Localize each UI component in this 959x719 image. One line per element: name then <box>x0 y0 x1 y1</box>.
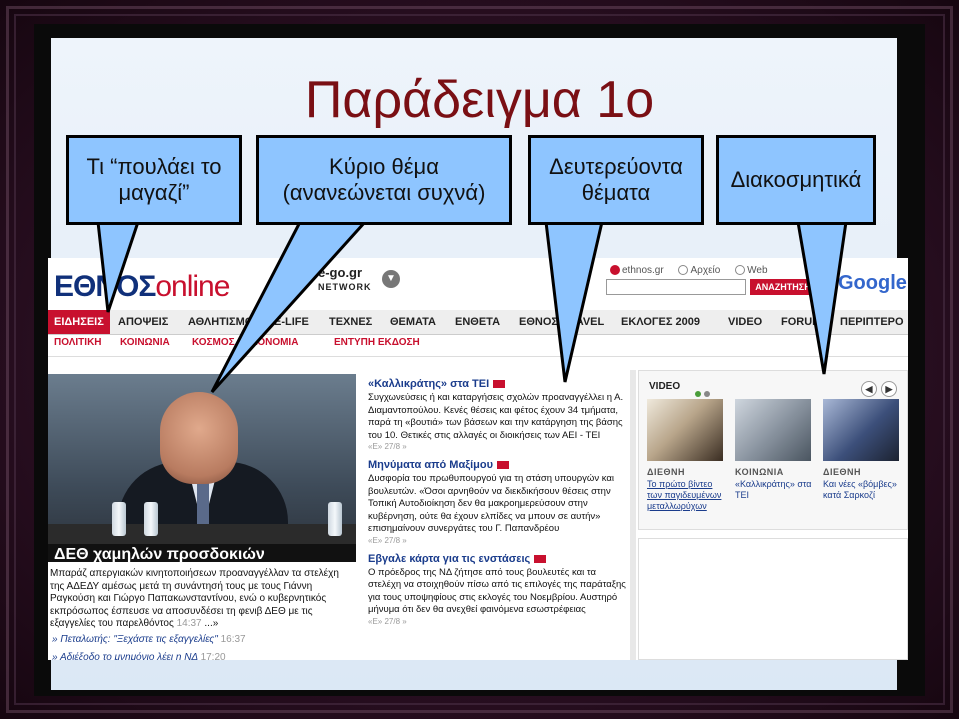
radio-icon <box>735 265 746 276</box>
related-link[interactable]: » Αδιέξοδο το μνημόνιο λέει η ΝΔ 17:20 <box>52 652 226 660</box>
slide-title: Παράδειγμα 1ο <box>304 71 655 129</box>
nav-item-forum[interactable]: FORUM <box>781 310 821 334</box>
search-input[interactable] <box>606 279 746 295</box>
story-body: Ο πρόεδρος της ΝΔ ζήτησε από τους βουλευ… <box>368 566 626 616</box>
search-scope-archive[interactable]: Αρχείο <box>678 265 726 276</box>
search-scope-ethnos[interactable]: ethnos.gr <box>610 265 670 276</box>
main-story-image[interactable]: ΔΕΘ χαμηλών προσδοκιών <box>48 374 356 562</box>
video-icon <box>497 461 510 470</box>
subnav-item-print-edition[interactable]: ΕΝΤΥΠΗ ΕΚΔΟΣΗ <box>334 337 420 348</box>
nav-item-video[interactable]: VIDEO <box>728 310 762 334</box>
secondary-story: Εβγαλε κάρτα για τις ενστάσεις Ο πρόεδρο… <box>368 553 628 626</box>
story-meta[interactable]: «Ε» 27/8 » <box>368 442 628 451</box>
search-scope: ethnos.gr Αρχείο Web <box>610 265 780 276</box>
nav-item-kiosk[interactable]: ΠΕΡΙΠΤΕΡΟ <box>840 310 904 334</box>
subnav-item-society[interactable]: ΚΟΙΝΩΝΙΑ <box>120 337 170 348</box>
main-story-caption[interactable]: ΔΕΘ χαμηλών προσδοκιών <box>48 544 356 562</box>
chevron-left-icon[interactable]: ◀ <box>861 381 877 397</box>
website-screenshot: ΕΘΝΟΣonline e-go.gr NETWORK ▼ ethnos.gr … <box>48 258 908 660</box>
video-category: ΚΟΙΝΩΝΙΑ <box>735 467 784 477</box>
video-caption[interactable]: Και νέες «βόμβες» κατά Σαρκοζί <box>823 479 903 501</box>
video-thumbnail[interactable] <box>823 399 899 461</box>
story-body: Συγχωνεύσεις ή και καταργήσεις σχολών πρ… <box>368 392 624 441</box>
network-label: NETWORK <box>318 282 372 292</box>
video-category: ΔΙΕΘΝΗ <box>647 467 685 477</box>
chevron-down-icon[interactable]: ▼ <box>382 270 400 288</box>
radio-icon <box>610 265 620 276</box>
read-more-link[interactable]: ...» <box>204 618 218 629</box>
nav-item-arts[interactable]: ΤΕΧΝΕΣ <box>329 310 372 334</box>
nav-item-sports[interactable]: ΑΘΛΗΤΙΣΜΟΣ <box>188 310 260 334</box>
nav-item-elections[interactable]: ΕΚΛΟΓΕΣ 2009 <box>621 310 700 334</box>
nav-item-travel[interactable]: ΕΘΝΟΣ TRAVEL <box>519 310 604 334</box>
story-meta[interactable]: «Ε» 27/8 » <box>368 536 628 545</box>
video-panel: VIDEO ◀ ▶ ΔΙΕΘΝΗ ΚΟΙΝΩΝΙΑ ΔΙΕΘΝΗ Το πρώτο… <box>638 370 908 530</box>
video-thumbnail[interactable] <box>735 399 811 461</box>
nav-item-inserts[interactable]: ΕΝΘΕΤΑ <box>455 310 500 334</box>
water-bottle <box>144 502 158 536</box>
video-arrows: ◀ ▶ <box>857 379 897 397</box>
callout-decorative: Διακοσμητικά <box>716 135 876 225</box>
main-story-body: Μπαράζ απεργιακών κινητοποιήσεων προαναγ… <box>50 568 339 629</box>
video-icon <box>493 380 506 389</box>
column-divider <box>630 370 636 660</box>
video-thumbnail[interactable] <box>647 399 723 461</box>
callout-main-topic: Κύριο θέμα (ανανεώνεται συχνά) <box>256 135 512 225</box>
nav-item-news[interactable]: ΕΙΔΗΣΕΙΣ <box>48 310 110 334</box>
search-scope-web[interactable]: Web <box>735 265 773 276</box>
search-button[interactable]: ΑΝΑΖΗΤΗΣΗ <box>750 279 816 295</box>
nav-item-topics[interactable]: ΘΕΜΑΤΑ <box>390 310 436 334</box>
secondary-stories: «Καλλικράτης» στα ΤΕΙ Συγχωνεύσεις ή και… <box>368 374 628 634</box>
main-nav: ΕΙΔΗΣΕΙΣ ΑΠΟΨΕΙΣ ΑΘΛΗΤΙΣΜΟΣ E-LIFE ΤΕΧΝΕ… <box>48 310 908 335</box>
video-caption[interactable]: Το πρώτο βίντεο των παγιδευμένων μεταλλω… <box>647 479 727 512</box>
site-logo[interactable]: ΕΘΝΟΣonline <box>54 270 230 304</box>
video-header: VIDEO <box>649 381 681 392</box>
logo-online: online <box>155 270 230 303</box>
person-head <box>160 392 238 484</box>
divider <box>48 356 908 357</box>
secondary-story: «Καλλικράτης» στα ΤΕΙ Συγχωνεύσεις ή και… <box>368 378 628 451</box>
subnav-item-economy[interactable]: ΟΙΚΟΝΟΜΙΑ <box>240 337 298 348</box>
related-link[interactable]: » Πεταλωτής: "Ξεχάστε τις εξαγγελίες" 16… <box>52 634 246 645</box>
video-icon <box>534 554 547 563</box>
story-title[interactable]: Εβγαλε κάρτα για τις ενστάσεις <box>368 553 628 565</box>
story-meta[interactable]: «Ε» 27/8 » <box>368 617 628 626</box>
empty-panel <box>638 538 908 660</box>
water-bottle <box>328 502 342 536</box>
sub-nav: ΠΟΛΙΤΙΚΗ ΚΟΙΝΩΝΙΑ ΚΟΣΜΟΣ ΟΙΚΟΝΟΜΙΑ ΕΝΤΥΠ… <box>48 334 908 352</box>
logo-ethnos: ΕΘΝΟΣ <box>54 270 156 303</box>
video-category: ΔΙΕΘΝΗ <box>823 467 861 477</box>
network-brand[interactable]: e-go.gr NETWORK <box>318 266 372 294</box>
water-bottle <box>112 502 126 536</box>
story-body: Δυσφορία του πρωθυπουργού για τη στάση υ… <box>368 473 614 534</box>
radio-icon <box>678 265 689 276</box>
google-logo[interactable]: Google <box>838 272 907 295</box>
subnav-item-politics[interactable]: ΠΟΛΙΤΙΚΗ <box>54 337 102 348</box>
story-title[interactable]: «Καλλικράτης» στα ΤΕΙ <box>368 378 628 390</box>
nav-item-opinions[interactable]: ΑΠΟΨΕΙΣ <box>118 310 168 334</box>
chevron-right-icon[interactable]: ▶ <box>881 381 897 397</box>
subnav-item-world[interactable]: ΚΟΣΜΟΣ <box>192 337 235 348</box>
story-title[interactable]: Μηνύματα από Μαξίμου <box>368 459 628 471</box>
nav-item-elife[interactable]: E-LIFE <box>274 310 309 334</box>
network-brand-name: e-go.gr <box>318 265 363 280</box>
video-caption[interactable]: «Καλλικράτης» στα ΤΕΙ <box>735 479 815 501</box>
callout-what-sells: Τι “πουλάει το μαγαζί” <box>66 135 242 225</box>
secondary-story: Μηνύματα από Μαξίμου Δυσφορία του πρωθυπ… <box>368 459 628 545</box>
callout-secondary-topics: Δευτερεύοντα θέματα <box>528 135 704 225</box>
